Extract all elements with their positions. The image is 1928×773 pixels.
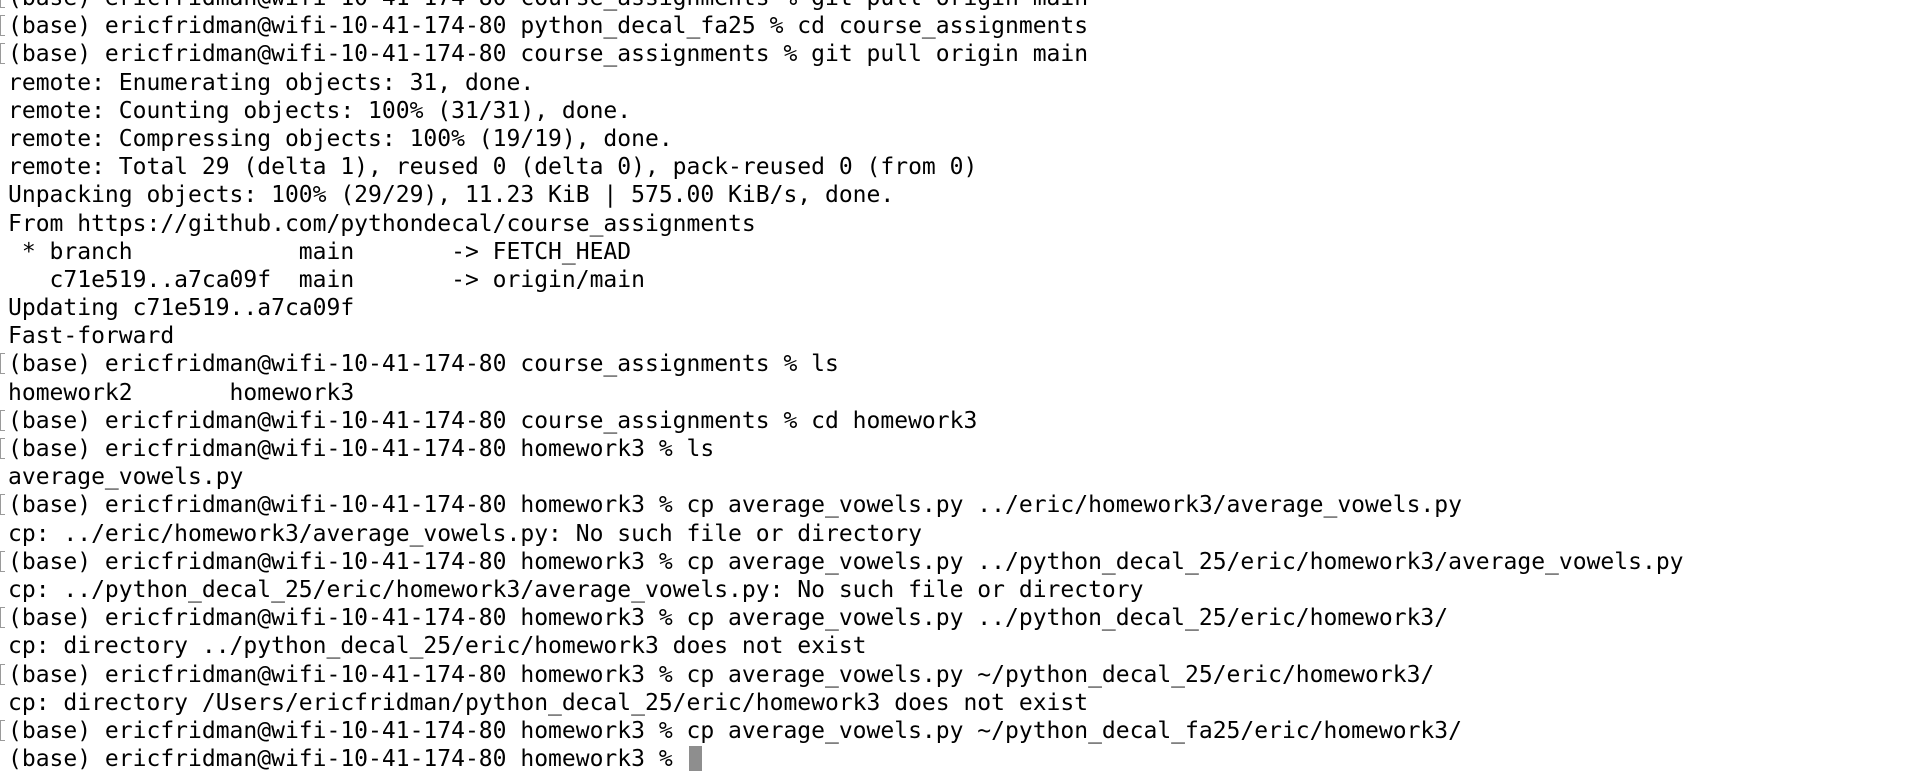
command-mark-icon <box>0 409 5 431</box>
command-mark-icon <box>0 43 5 65</box>
command-mark-icon <box>0 0 5 8</box>
command-line: (base) ericfridman@wifi-10-41-174-80 hom… <box>0 604 1928 632</box>
line-text: average_vowels.py <box>8 464 244 491</box>
command-mark-icon <box>0 550 5 572</box>
command-line: (base) ericfridman@wifi-10-41-174-80 hom… <box>0 717 1928 745</box>
output-line: Fast-forward <box>0 322 1928 350</box>
line-text: cp: directory /Users/ericfridman/python_… <box>8 689 1089 716</box>
output-line: cp: ../eric/homework3/average_vowels.py:… <box>0 520 1928 548</box>
line-text: (base) ericfridman@wifi-10-41-174-80 cou… <box>8 0 1088 11</box>
command-mark-icon <box>0 719 5 741</box>
command-mark-icon <box>0 15 5 37</box>
command-line: (base) ericfridman@wifi-10-41-174-80 cou… <box>0 350 1928 378</box>
output-line: remote: Enumerating objects: 31, done. <box>0 69 1928 97</box>
line-text: (base) ericfridman@wifi-10-41-174-80 hom… <box>8 548 1684 575</box>
line-text: (base) ericfridman@wifi-10-41-174-80 pyt… <box>8 13 1089 40</box>
output-line: homework2 homework3 <box>0 379 1928 407</box>
line-text: c71e519..a7ca09f main -> origin/main <box>8 266 645 293</box>
output-line: cp: ../python_decal_25/eric/homework3/av… <box>0 576 1928 604</box>
output-line: c71e519..a7ca09f main -> origin/main <box>0 266 1928 294</box>
command-line: (base) ericfridman@wifi-10-41-174-80 cou… <box>0 0 1928 12</box>
command-mark-icon <box>0 438 5 459</box>
command-mark-icon <box>0 353 5 375</box>
line-text: (base) ericfridman@wifi-10-41-174-80 hom… <box>8 746 687 773</box>
command-line: (base) ericfridman@wifi-10-41-174-80 cou… <box>0 40 1928 68</box>
line-text: Unpacking objects: 100% (29/29), 11.23 K… <box>8 182 895 209</box>
command-mark-icon <box>0 663 5 685</box>
line-text: (base) ericfridman@wifi-10-41-174-80 cou… <box>8 41 1089 68</box>
line-text: Fast-forward <box>8 323 175 350</box>
line-text: remote: Compressing objects: 100% (19/19… <box>8 125 673 152</box>
output-line: remote: Counting objects: 100% (31/31), … <box>0 97 1928 125</box>
command-line: (base) ericfridman@wifi-10-41-174-80 hom… <box>0 548 1928 576</box>
line-text: From https://github.com/pythondecal/cour… <box>8 210 756 237</box>
line-text: (base) ericfridman@wifi-10-41-174-80 cou… <box>8 351 839 378</box>
output-line: cp: directory /Users/ericfridman/python_… <box>0 689 1928 717</box>
output-line: average_vowels.py <box>0 463 1928 491</box>
output-line: From https://github.com/pythondecal/cour… <box>0 210 1928 238</box>
output-line: Unpacking objects: 100% (29/29), 11.23 K… <box>0 181 1928 209</box>
line-text: cp: ../python_decal_25/eric/homework3/av… <box>8 576 1144 603</box>
command-mark-icon <box>0 494 5 516</box>
command-line: (base) ericfridman@wifi-10-41-174-80 pyt… <box>0 12 1928 40</box>
line-text: Updating c71e519..a7ca09f <box>8 295 355 322</box>
command-line: (base) ericfridman@wifi-10-41-174-80 hom… <box>0 491 1928 519</box>
line-text: (base) ericfridman@wifi-10-41-174-80 cou… <box>8 407 978 434</box>
command-line: (base) ericfridman@wifi-10-41-174-80 hom… <box>0 661 1928 689</box>
output-line: remote: Compressing objects: 100% (19/19… <box>0 125 1928 153</box>
line-text: (base) ericfridman@wifi-10-41-174-80 hom… <box>8 436 715 462</box>
command-line: (base) ericfridman@wifi-10-41-174-80 cou… <box>0 407 1928 435</box>
line-text: remote: Enumerating objects: 31, done. <box>8 69 535 96</box>
terminal-output[interactable]: (base) ericfridman@wifi-10-41-174-80 cou… <box>0 0 1928 772</box>
line-text: cp: ../eric/homework3/average_vowels.py:… <box>8 520 922 547</box>
prompt-line: (base) ericfridman@wifi-10-41-174-80 hom… <box>0 745 1928 773</box>
line-text: homework2 homework3 <box>8 379 355 406</box>
command-line: (base) ericfridman@wifi-10-41-174-80 hom… <box>0 435 1928 463</box>
line-text: (base) ericfridman@wifi-10-41-174-80 hom… <box>8 661 1435 688</box>
output-line: cp: directory ../python_decal_25/eric/ho… <box>0 632 1928 660</box>
command-mark-icon <box>0 607 5 629</box>
line-text: remote: Total 29 (delta 1), reused 0 (de… <box>8 154 978 181</box>
output-line: * branch main -> FETCH_HEAD <box>0 238 1928 266</box>
text-cursor[interactable] <box>688 746 702 772</box>
line-text: cp: directory ../python_decal_25/eric/ho… <box>8 633 867 660</box>
line-text: (base) ericfridman@wifi-10-41-174-80 hom… <box>8 492 1462 519</box>
line-text: * branch main -> FETCH_HEAD <box>8 238 632 265</box>
line-text: (base) ericfridman@wifi-10-41-174-80 hom… <box>8 717 1462 744</box>
line-text: remote: Counting objects: 100% (31/31), … <box>8 97 632 124</box>
output-line: remote: Total 29 (delta 1), reused 0 (de… <box>0 153 1928 181</box>
line-text: (base) ericfridman@wifi-10-41-174-80 hom… <box>8 605 1449 632</box>
output-line: Updating c71e519..a7ca09f <box>0 294 1928 322</box>
